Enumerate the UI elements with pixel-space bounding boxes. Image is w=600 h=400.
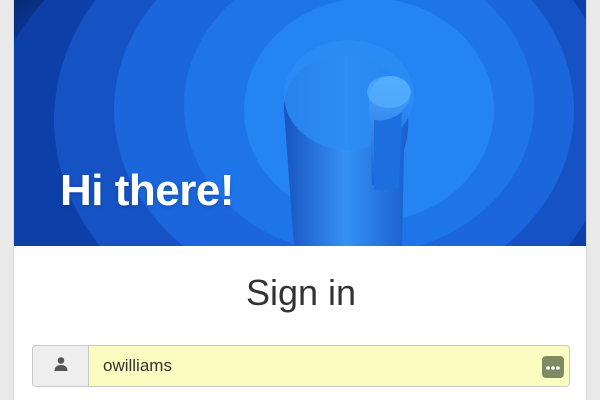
user-icon	[53, 356, 69, 377]
more-dots-icon	[546, 358, 560, 376]
login-card: Hi there! Sign in	[13, 0, 587, 400]
sign-in-title: Sign in	[245, 272, 357, 313]
hero-banner: Hi there!	[14, 0, 586, 246]
username-field-group	[32, 345, 570, 387]
username-input[interactable]	[89, 346, 569, 386]
username-addon	[33, 346, 89, 386]
password-manager-button[interactable]	[542, 356, 564, 378]
hero-title: Hi there!	[60, 166, 234, 215]
